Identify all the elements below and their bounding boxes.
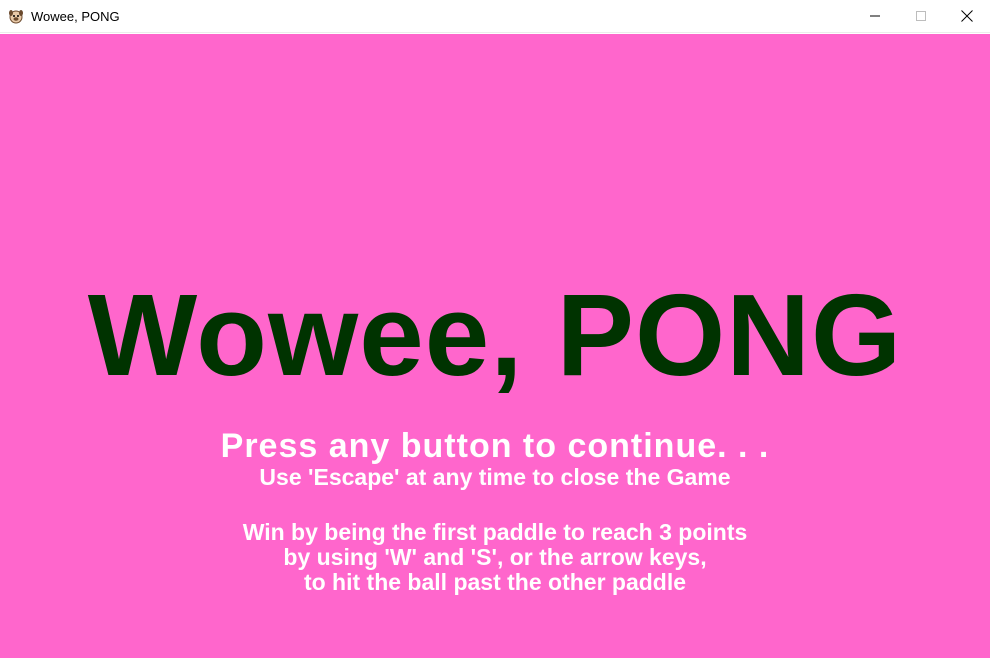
rules-line: by using 'W' and 'S', or the arrow keys, (283, 544, 707, 570)
close-icon (961, 10, 973, 22)
game-title: Wowee, PONG (87, 270, 903, 400)
minimize-icon (870, 15, 880, 17)
close-button[interactable] (944, 0, 990, 32)
pug-icon (8, 8, 24, 24)
minimize-button[interactable] (852, 0, 898, 32)
maximize-button[interactable] (898, 0, 944, 32)
continue-prompt: Press any button to continue. . . (220, 427, 770, 465)
rules-line: Win by being the first paddle to reach 3… (242, 519, 748, 545)
game-canvas[interactable]: Wowee, PONG Press any button to continue… (0, 34, 990, 658)
rules-line: to hit the ball past the other paddle (303, 569, 687, 595)
window-title: Wowee, PONG (31, 8, 120, 24)
maximize-icon (916, 11, 926, 21)
window-titlebar[interactable]: Wowee, PONG (0, 0, 990, 33)
game-rules: Win by being the first paddle to reach 3… (0, 520, 990, 595)
window-controls (852, 0, 990, 32)
escape-hint: Use 'Escape' at any time to close the Ga… (259, 464, 731, 490)
